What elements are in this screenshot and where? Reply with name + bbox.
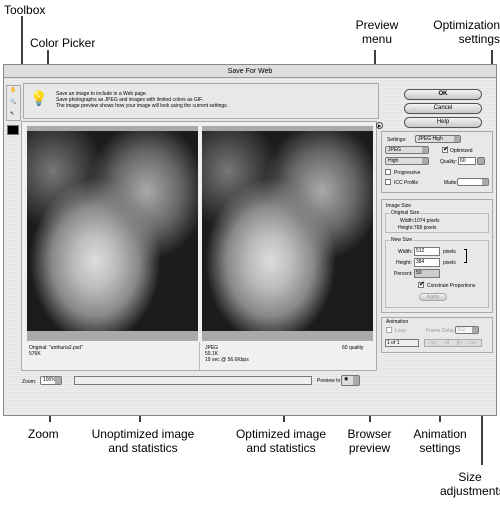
ok-button[interactable]: OK — [404, 89, 482, 100]
settings-label: Settings: — [387, 137, 407, 143]
cancel-button[interactable]: Cancel — [404, 103, 482, 114]
color-picker-swatch[interactable] — [7, 125, 19, 135]
width-label: Width: — [398, 249, 413, 255]
info-box: 💡 Save an image to include in a Web page… — [23, 83, 379, 119]
frame-controls: ◁◁ ◁| |▷ ▷▷ — [424, 339, 482, 347]
optimized-checkbox[interactable]: ✔ — [442, 146, 449, 153]
prev-frame-icon[interactable]: ◁| — [444, 340, 449, 346]
callout-optimization-settings: Optimization settings — [433, 18, 500, 46]
status-field — [74, 376, 312, 385]
width-input[interactable]: 512 — [414, 247, 440, 256]
original-size: 576K — [29, 351, 41, 357]
original-width: Width:1074 pixels — [400, 218, 440, 224]
optimized-image[interactable] — [202, 131, 373, 331]
optimized-panel — [202, 126, 373, 341]
animation-panel: Animation Loop Frame Delay: 0.2 1 of 1 ◁… — [381, 317, 493, 353]
format-select[interactable]: JPEG — [385, 146, 429, 154]
image-size-title: Image Size — [386, 203, 412, 209]
frame-delay-label: Frame Delay: — [426, 328, 457, 334]
new-size-group: New Size Width: 512 pixels Height: 384 p… — [385, 237, 489, 308]
original-panel — [27, 126, 198, 341]
download-time: 19 sec @ 56.6Kbps — [205, 357, 249, 363]
frame-counter: 1 of 1 — [385, 339, 419, 347]
image-size-panel: Image Size Original Size Width:1074 pixe… — [381, 199, 493, 313]
callout-optimized: Optimized image and statistics — [235, 427, 327, 455]
height-label: Height: — [396, 260, 412, 266]
toolbox: ✋ 🔍 ✎ — [6, 85, 21, 121]
preview-menu-icon[interactable]: ▶ — [376, 122, 383, 129]
constrain-proportions-label: Constrain Proportions — [427, 283, 476, 289]
height-unit: pixels — [443, 260, 456, 266]
last-frame-icon[interactable]: ▷▷ — [469, 340, 477, 346]
percent-label: Percent: — [394, 271, 413, 277]
callout-preview-menu: Preview menu — [355, 18, 399, 46]
icc-profile-label: ICC Profile — [394, 180, 419, 186]
quality-slider-button[interactable] — [477, 157, 485, 165]
preview-area: Original: "anthuria2.psd" 576K JPEG 59.1… — [21, 121, 377, 371]
frame-delay-select[interactable]: 0.2 — [455, 326, 479, 334]
optimization-settings: Settings: JPEG High JPEG ✔ Optimized Hig… — [381, 131, 493, 193]
height-input[interactable]: 384 — [414, 258, 440, 267]
loop-label: Loop — [395, 328, 407, 334]
loop-checkbox[interactable] — [386, 327, 392, 333]
matte-label: Matte: — [444, 180, 458, 186]
browser-icon: ◉ — [344, 376, 349, 382]
link-icon — [464, 249, 467, 263]
callout-zoom: Zoom — [28, 427, 59, 441]
width-unit: pixels — [443, 249, 456, 255]
original-image[interactable] — [27, 131, 198, 331]
callout-unoptimized: Unoptimized image and statistics — [91, 427, 195, 455]
zoom-tool-icon[interactable]: 🔍 — [10, 99, 16, 105]
dialog-title: Save For Web — [4, 65, 496, 78]
original-size-group: Original Size Width:1074 pixels Height:7… — [385, 210, 489, 233]
original-height: Height:768 pixels — [398, 225, 437, 231]
progressive-label: Progressive — [394, 170, 421, 176]
constrain-proportions-checkbox[interactable]: ✔ — [418, 281, 425, 288]
matte-select[interactable] — [457, 178, 489, 186]
callout-toolbox: Toolbox — [4, 3, 46, 17]
callout-size-adjustments: Size adjustments — [440, 470, 500, 498]
callout-animation-settings: Animation settings — [413, 427, 467, 455]
zoom-select[interactable]: 100% — [40, 376, 62, 385]
progressive-checkbox[interactable] — [385, 169, 391, 175]
quality-label: Quality: — [440, 159, 457, 165]
apply-button[interactable]: Apply — [419, 293, 447, 301]
settings-preset-select[interactable]: JPEG High — [415, 135, 461, 143]
help-button[interactable]: Help — [404, 117, 482, 128]
optimized-label: Optimized — [450, 148, 473, 154]
zoom-label: Zoom: — [22, 379, 37, 385]
eyedropper-tool-icon[interactable]: ✎ — [10, 111, 14, 117]
percent-input[interactable]: 50 — [414, 269, 440, 278]
callout-browser-preview: Browser preview — [347, 427, 392, 455]
animation-title: Animation — [386, 319, 409, 325]
callout-color-picker: Color Picker — [30, 36, 96, 50]
icc-profile-checkbox[interactable] — [385, 179, 391, 185]
preview-in-label: Preview In: — [317, 378, 342, 384]
info-text-3: The image preview shows how your image w… — [56, 103, 229, 109]
first-frame-icon[interactable]: ◁◁ — [429, 340, 437, 346]
next-frame-icon[interactable]: |▷ — [457, 340, 462, 346]
optimized-quality: 60 quality — [342, 345, 364, 351]
lightbulb-icon: 💡 — [30, 90, 48, 106]
hand-tool-icon[interactable]: ✋ — [10, 87, 16, 93]
save-for-web-dialog: Save For Web ✋ 🔍 ✎ 💡 Save an image to in… — [3, 64, 497, 416]
browser-preview-button[interactable]: ◉ — [341, 375, 360, 386]
quality-input[interactable]: 60 — [458, 157, 476, 165]
quality-level-select[interactable]: High — [385, 157, 429, 165]
